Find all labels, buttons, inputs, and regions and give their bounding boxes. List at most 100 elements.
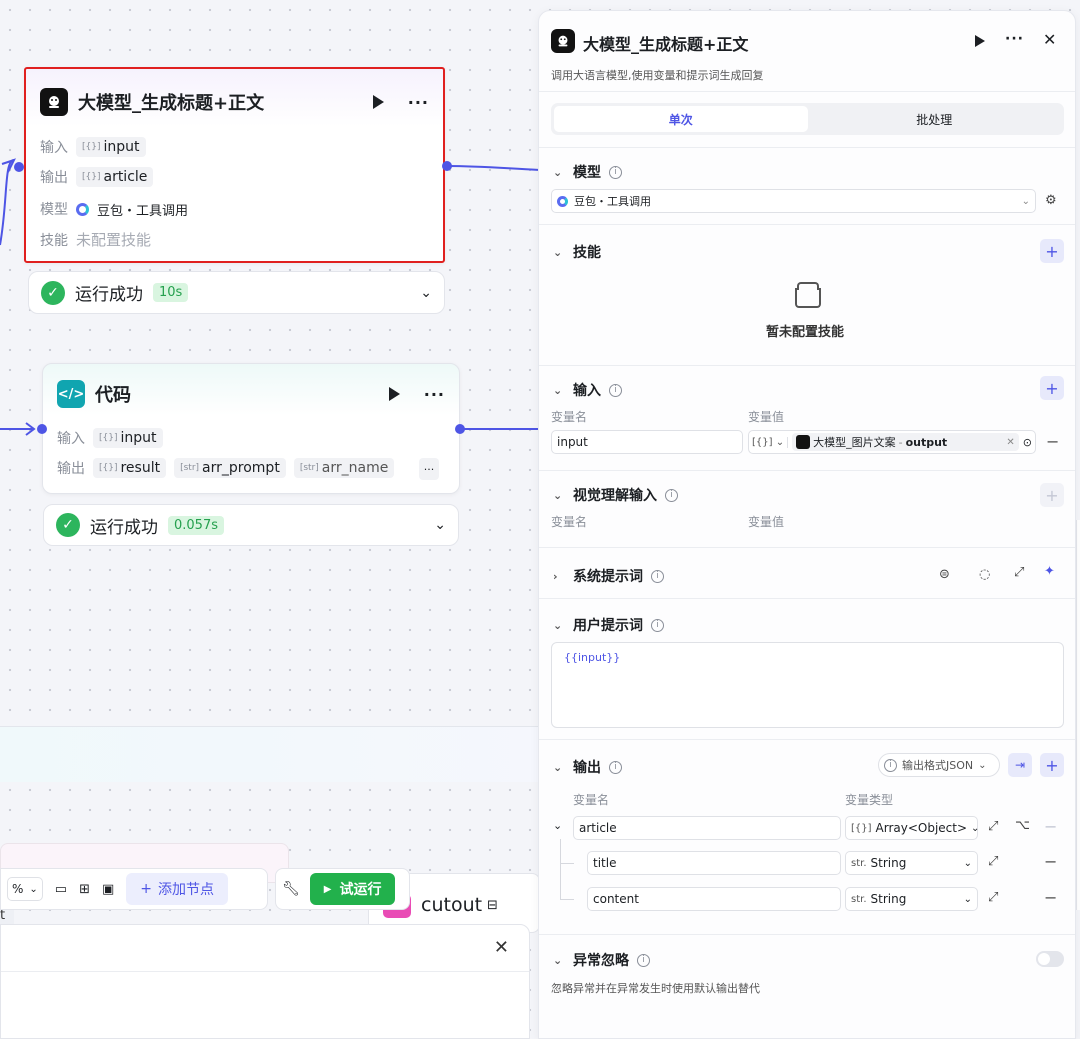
remove-output-icon[interactable]: − xyxy=(1044,852,1057,871)
chevron-right-icon[interactable]: › xyxy=(553,570,565,583)
error-section-header[interactable]: ⌄ 异常忽略 i xyxy=(553,950,650,970)
zoom-select[interactable]: % ⌄ xyxy=(7,877,43,901)
run-toolbar: 🔧︎ ▶ 试运行 xyxy=(275,868,410,910)
llm-output-port[interactable] xyxy=(442,161,452,171)
llm-run-status[interactable]: ✓ 运行成功 10s ⌄ xyxy=(28,271,445,314)
target-icon[interactable]: ⊙ xyxy=(1023,436,1032,449)
code-node[interactable]: </> 代码 ··· 输入 [{}] input 输出 [{}] result [st… xyxy=(42,363,460,494)
chevron-down-icon[interactable]: ⌄ xyxy=(553,489,565,502)
minimap-icon[interactable]: ▣ xyxy=(102,882,114,897)
remove-output-icon[interactable]: − xyxy=(1044,888,1057,907)
gear-icon[interactable]: ⚙ xyxy=(1045,193,1057,208)
wrench-icon[interactable]: 🔧︎ xyxy=(282,881,300,897)
info-icon: i xyxy=(884,758,897,772)
user-prompt-editor[interactable]: {{input}} xyxy=(551,642,1064,728)
remove-input-icon[interactable]: − xyxy=(1046,432,1059,451)
expand-icon[interactable]: ⤢ xyxy=(988,819,998,834)
col-var-type: 变量类型 xyxy=(845,793,894,807)
close-icon[interactable]: ✕ xyxy=(494,937,509,958)
expand-icon[interactable]: ⤢ xyxy=(988,890,998,905)
input-label: 输入 xyxy=(40,140,68,156)
more-icon[interactable]: ··· xyxy=(1005,31,1024,47)
skills-section-header[interactable]: ⌄ 技能 xyxy=(553,242,601,262)
model-section-header[interactable]: ⌄ 模型 i xyxy=(553,162,622,182)
vision-section-header[interactable]: ⌄ 视觉理解输入 i xyxy=(553,485,678,505)
add-child-icon[interactable]: ⌥ xyxy=(1015,818,1030,833)
more-outputs-button[interactable]: ··· xyxy=(419,458,439,480)
add-output-button[interactable]: + xyxy=(1040,753,1064,777)
remove-output-icon: − xyxy=(1044,817,1058,836)
output-type-title[interactable]: str. String ⌄ xyxy=(845,851,978,875)
code-input-port[interactable] xyxy=(37,424,47,434)
more-icon[interactable]: ··· xyxy=(408,93,429,112)
output-name-content[interactable]: content xyxy=(587,887,841,911)
test-run-button[interactable]: ▶ 试运行 xyxy=(309,873,396,905)
edge-llm-out xyxy=(446,165,541,171)
output-format-select[interactable]: i 输出格式JSON ⌄ xyxy=(878,753,1000,777)
model-select[interactable]: 豆包・工具调用 ⌄ xyxy=(551,189,1036,213)
col-var-name: 变量名 xyxy=(551,515,588,529)
expand-icon[interactable]: ⤢ xyxy=(988,854,998,869)
chevron-down-icon[interactable]: ⌄ xyxy=(553,166,565,179)
user-prompt-header[interactable]: ⌄ 用户提示词 i xyxy=(553,615,664,635)
expand-icon[interactable]: ⤢ xyxy=(1014,565,1024,580)
run-node-icon[interactable] xyxy=(388,387,400,401)
output-section-header[interactable]: ⌄ 输出 i xyxy=(553,757,622,777)
error-ignore-toggle[interactable] xyxy=(1036,951,1064,967)
add-node-button[interactable]: + 添加节点 xyxy=(126,873,229,905)
tab-batch[interactable]: 批处理 xyxy=(808,106,1062,132)
more-icon[interactable]: ··· xyxy=(424,385,445,404)
code-output-port[interactable] xyxy=(455,424,465,434)
run-node-icon[interactable] xyxy=(372,95,384,109)
llm-node[interactable]: 大模型_生成标题+正文 ··· 输入 [{}] input 输出 [{}] articl… xyxy=(24,67,445,263)
llm-node-title: 大模型_生成标题+正文 xyxy=(78,93,265,114)
bg-node-edge-right xyxy=(1076,520,1080,910)
tab-single[interactable]: 单次 xyxy=(554,106,808,132)
add-vision-button[interactable]: + xyxy=(1040,483,1064,507)
type-select[interactable]: [{}] ⌄ xyxy=(752,436,789,448)
cutout-title: cutout xyxy=(421,894,483,916)
output-type-content[interactable]: str. String ⌄ xyxy=(845,887,978,911)
chevron-down-icon[interactable]: ⌄ xyxy=(434,517,446,533)
chevron-down-icon[interactable]: ⌄ xyxy=(553,246,565,259)
add-input-button[interactable]: + xyxy=(1040,376,1064,400)
run-node-icon[interactable] xyxy=(975,35,985,47)
output-label: 输出 xyxy=(40,170,68,186)
import-icon[interactable]: ⇥ xyxy=(1008,753,1032,777)
collapse-caret-icon[interactable]: ⌄ xyxy=(553,819,562,832)
chevron-down-icon[interactable]: ⌄ xyxy=(553,384,565,397)
system-prompt-header[interactable]: › 系统提示词 i xyxy=(553,566,664,586)
bulb-icon[interactable]: ◌ xyxy=(979,567,990,582)
comment-icon[interactable]: ▭ xyxy=(55,882,67,897)
output-name-title[interactable]: title xyxy=(587,851,841,875)
panel-title[interactable]: 大模型_生成标题+正文 xyxy=(583,31,748,55)
panel-subtitle: 调用大语言模型,使用变量和提示词生成回复 xyxy=(551,69,764,82)
info-icon: i xyxy=(651,569,664,583)
chevron-down-icon[interactable]: ⌄ xyxy=(420,285,432,301)
input-var-value-field[interactable]: [{}] ⌄ 大模型_图片文案 - output ✕ ⊙ xyxy=(748,430,1036,454)
skill-label: 技能 xyxy=(40,232,68,249)
chevron-down-icon[interactable]: ⌄ xyxy=(553,761,565,774)
inputs-section-header[interactable]: ⌄ 输入 i xyxy=(553,380,622,400)
chevron-down-icon[interactable]: ⌄ xyxy=(553,954,565,967)
input-var-name-field[interactable]: input xyxy=(551,430,743,454)
clear-icon[interactable]: ✕ xyxy=(1006,437,1014,448)
layout-icon[interactable]: ⊞ xyxy=(79,882,90,897)
output-type-article[interactable]: [{}] Array<Object> ⌄ xyxy=(845,816,979,840)
llm-input-port[interactable] xyxy=(14,162,24,172)
add-skill-button[interactable]: + xyxy=(1040,239,1064,263)
chevron-down-icon[interactable]: ⌄ xyxy=(553,619,565,632)
doubao-icon xyxy=(76,202,89,216)
library-icon[interactable]: ⊜ xyxy=(939,567,950,582)
output-name-article[interactable]: article xyxy=(573,816,841,840)
code-run-status[interactable]: ✓ 运行成功 0.057s ⌄ xyxy=(43,504,459,546)
close-icon[interactable]: ✕ xyxy=(1043,30,1056,49)
input-label: 输入 xyxy=(57,431,85,447)
tree-branch-1 xyxy=(560,863,574,864)
ai-sparkle-icon[interactable]: ✦ xyxy=(1044,564,1055,579)
code-icon: </> xyxy=(57,380,85,408)
tree-line xyxy=(560,839,561,899)
doubao-icon xyxy=(557,195,568,207)
debug-panel: ✕ xyxy=(0,924,530,1039)
info-icon: i xyxy=(637,953,650,967)
